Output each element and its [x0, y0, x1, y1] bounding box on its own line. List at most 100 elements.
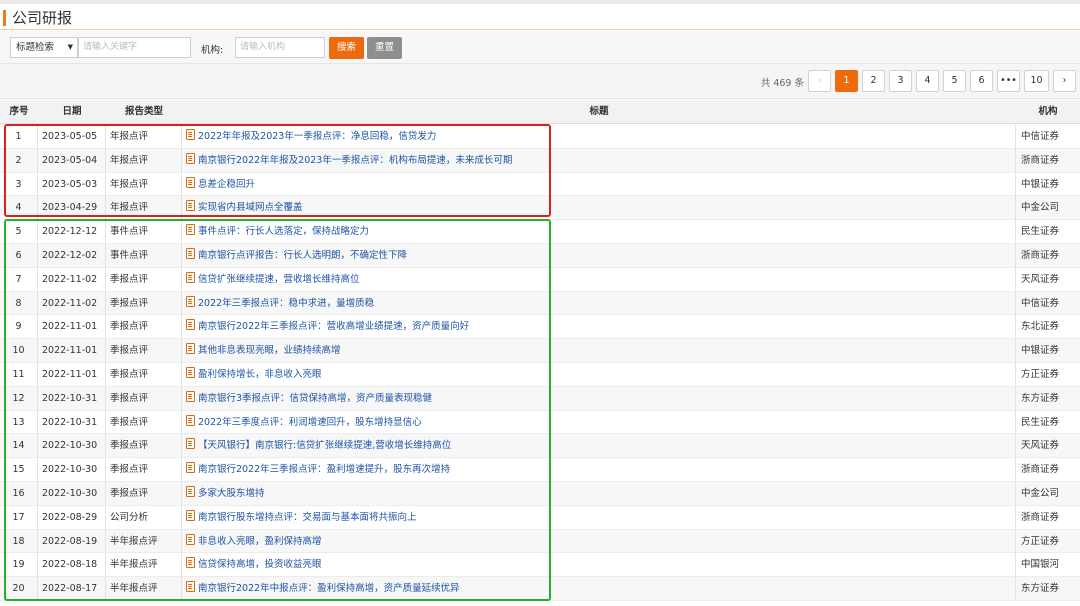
row-title-link[interactable]: 南京银行2022年中报点评：盈利保持高增，资产质量延续优异: [182, 577, 1016, 601]
reset-button[interactable]: 重置: [367, 37, 402, 59]
row-title-text[interactable]: 2022年年报及2023年一季报点评：净息回稳，信贷发力: [198, 131, 436, 142]
table-row: 3 2023-05-03 年报点评 息差企稳回升 中银证券: [0, 172, 1080, 197]
row-title-text[interactable]: 事件点评：行长人选落定，保持战略定力: [198, 226, 369, 237]
page-button-3[interactable]: 3: [889, 70, 912, 92]
row-title-link[interactable]: 南京银行点评报告：行长人选明朗，不确定性下降: [182, 243, 1016, 267]
row-title-text[interactable]: 信贷扩张继续提速，营收增长维持高位: [198, 274, 360, 285]
search-type-value: 标题检索: [16, 42, 55, 53]
page-button-2[interactable]: 2: [862, 70, 885, 92]
document-icon: [186, 200, 195, 212]
row-report-type: 季报点评: [106, 458, 182, 482]
row-institution: 浙商证券: [1021, 154, 1060, 166]
page-button-4[interactable]: 4: [916, 70, 939, 92]
row-title-link[interactable]: 事件点评：行长人选落定，保持战略定力: [182, 220, 1016, 244]
row-date: 2023-04-29: [38, 196, 106, 220]
document-icon: [186, 485, 195, 497]
row-title-text[interactable]: 息差企稳回升: [198, 179, 255, 190]
row-title-text[interactable]: 南京银行股东增持点评：交易面与基本面将共振向上: [198, 512, 417, 523]
row-title-text[interactable]: 非息收入亮眼，盈利保持高增: [198, 536, 322, 547]
row-title-link[interactable]: 南京银行2022年三季报点评：盈利增速提升，股东再次增持: [182, 458, 1016, 482]
next-page-button[interactable]: ›: [1053, 70, 1076, 92]
pagination-bar: 共 469 条 ‹ 1 2 3 4 5 6 ••• 10 ›: [0, 64, 1080, 99]
row-index: 16: [0, 481, 38, 505]
row-title-text[interactable]: 南京银行2022年三季报点评：营收高增业绩提速，资产质量向好: [198, 321, 469, 332]
org-input[interactable]: 请输入机构: [235, 37, 325, 58]
row-title-text[interactable]: 盈利保持增长，非息收入亮眼: [198, 369, 322, 380]
row-title-text[interactable]: 多家大股东增持: [198, 488, 265, 499]
row-date: 2023-05-03: [38, 172, 106, 196]
row-title-link[interactable]: 【天风银行】南京银行:信贷扩张继续提速,营收增长维持高位: [182, 434, 1016, 458]
row-title-link[interactable]: 南京银行2022年年报及2023年一季报点评：机构布局提速，未来成长可期: [182, 148, 1016, 172]
row-title-link[interactable]: 其他非息表现亮眼，业绩持续高增: [182, 339, 1016, 363]
row-title-text[interactable]: 2022年三季度点评：利润增速回升，股东增持显信心: [198, 417, 422, 428]
row-title-text[interactable]: 南京银行2022年年报及2023年一季报点评：机构布局提速，未来成长可期: [198, 155, 512, 166]
row-title-text[interactable]: 信贷保持高增，投资收益亮眼: [198, 559, 322, 570]
table-row: 11 2022-11-01 季报点评 盈利保持增长，非息收入亮眼 方正证券: [0, 362, 1080, 387]
title-accent-bar: [3, 10, 6, 26]
row-title-text[interactable]: 南京银行点评报告：行长人选明朗，不确定性下降: [198, 250, 407, 261]
row-date: 2022-11-01: [38, 362, 106, 386]
row-date: 2022-10-30: [38, 458, 106, 482]
page-button-1[interactable]: 1: [835, 70, 858, 92]
keyword-input[interactable]: 请输入关键字: [78, 37, 191, 58]
row-title-link[interactable]: 2022年三季报点评：稳中求进，量增质稳: [182, 291, 1016, 315]
row-title-text[interactable]: 南京银行2022年中报点评：盈利保持高增，资产质量延续优异: [198, 583, 460, 594]
row-title-text[interactable]: 实现省内县域网点全覆盖: [198, 202, 303, 213]
row-title-link[interactable]: 信贷扩张继续提速，营收增长维持高位: [182, 267, 1016, 291]
table-row: 5 2022-12-12 事件点评 事件点评：行长人选落定，保持战略定力 民生证券: [0, 220, 1080, 244]
table-row: 8 2022-11-02 季报点评 2022年三季报点评：稳中求进，量增质稳 中信证券: [0, 291, 1080, 316]
page-title: 公司研报: [12, 9, 73, 27]
search-type-select[interactable]: 标题检索 ▼: [10, 37, 78, 58]
row-date: 2022-10-30: [38, 481, 106, 505]
row-institution: 中金公司: [1021, 202, 1060, 214]
row-title-link[interactable]: 南京银行股东增持点评：交易面与基本面将共振向上: [182, 505, 1016, 529]
row-report-type: 事件点评: [106, 220, 182, 244]
page-button-6[interactable]: 6: [970, 70, 993, 92]
row-date: 2022-08-17: [38, 577, 106, 601]
page-button-10[interactable]: 10: [1024, 70, 1049, 92]
table-row: 19 2022-08-18 半年报点评 信贷保持高增，投资收益亮眼 中国银河: [0, 553, 1080, 578]
row-title-text[interactable]: 南京银行3季报点评：信贷保持高增，资产质量表现稳健: [198, 393, 432, 404]
row-report-type: 季报点评: [106, 434, 182, 458]
row-index: 3: [0, 172, 38, 196]
row-report-type: 半年报点评: [106, 553, 182, 577]
prev-page-button[interactable]: ‹: [808, 70, 831, 92]
row-title-link[interactable]: 多家大股东增持: [182, 481, 1016, 505]
table-row: 4 2023-04-29 年报点评 实现省内县域网点全覆盖 中金公司: [0, 196, 1080, 221]
row-title-text[interactable]: 南京银行2022年三季报点评：盈利增速提升，股东再次增持: [198, 464, 450, 475]
row-date: 2023-05-05: [38, 125, 106, 148]
document-icon: [186, 295, 195, 307]
row-report-type: 季报点评: [106, 386, 182, 410]
row-title-link[interactable]: 2022年年报及2023年一季报点评：净息回稳，信贷发力: [182, 125, 1016, 148]
row-title-link[interactable]: 信贷保持高增，投资收益亮眼: [182, 553, 1016, 577]
row-title-link[interactable]: 南京银行2022年三季报点评：营收高增业绩提速，资产质量向好: [182, 315, 1016, 339]
page-button-5[interactable]: 5: [943, 70, 966, 92]
row-title-link[interactable]: 南京银行3季报点评：信贷保持高增，资产质量表现稳健: [182, 386, 1016, 410]
table-row: 13 2022-10-31 季报点评 2022年三季度点评：利润增速回升，股东增持显信…: [0, 410, 1080, 435]
page-header: 公司研报: [0, 6, 1080, 30]
document-icon: [186, 557, 195, 569]
document-icon: [186, 414, 195, 426]
document-icon: [186, 224, 195, 236]
more-pages-button[interactable]: •••: [997, 70, 1020, 92]
table-row: 9 2022-11-01 季报点评 南京银行2022年三季报点评：营收高增业绩提速，资…: [0, 315, 1080, 340]
row-title-link[interactable]: 息差企稳回升: [182, 172, 1016, 196]
org-label: 机构:: [201, 45, 224, 56]
row-institution: 中金公司: [1021, 487, 1060, 499]
table-row: 10 2022-11-01 季报点评 其他非息表现亮眼，业绩持续高增 中银证券: [0, 339, 1080, 363]
row-report-type: 事件点评: [106, 243, 182, 267]
row-title-text[interactable]: 其他非息表现亮眼，业绩持续高增: [198, 345, 341, 356]
row-title-text[interactable]: 【天风银行】南京银行:信贷扩张继续提速,营收增长维持高位: [198, 440, 451, 451]
row-title-text[interactable]: 2022年三季报点评：稳中求进，量增质稳: [198, 298, 374, 309]
row-title-link[interactable]: 非息收入亮眼，盈利保持高增: [182, 529, 1016, 553]
row-index: 7: [0, 267, 38, 291]
row-report-type: 年报点评: [106, 196, 182, 220]
row-title-link[interactable]: 盈利保持增长，非息收入亮眼: [182, 362, 1016, 386]
row-institution: 东方证券: [1021, 583, 1060, 595]
row-index: 4: [0, 196, 38, 220]
row-report-type: 季报点评: [106, 267, 182, 291]
search-button[interactable]: 搜索: [329, 37, 364, 59]
document-icon: [186, 152, 195, 164]
row-title-link[interactable]: 实现省内县域网点全覆盖: [182, 196, 1016, 220]
row-title-link[interactable]: 2022年三季度点评：利润增速回升，股东增持显信心: [182, 410, 1016, 434]
